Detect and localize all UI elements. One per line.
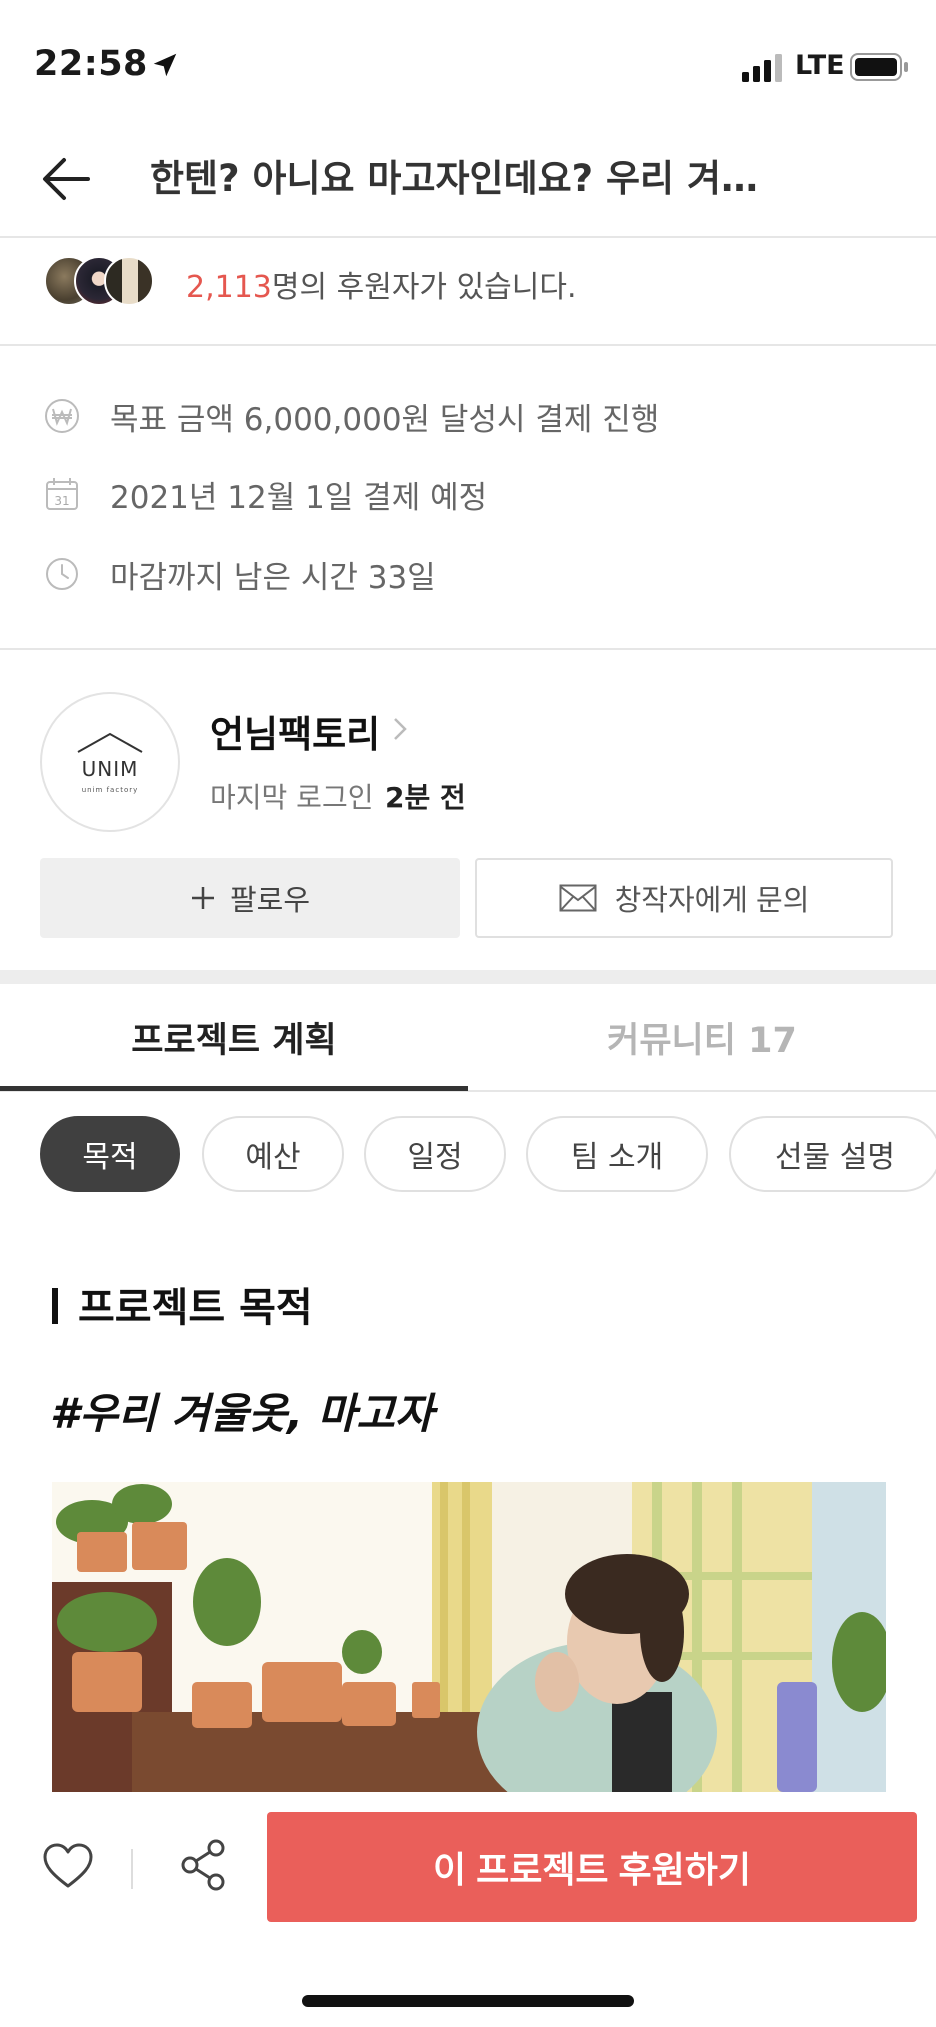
page-title: 한텐? 아니요 마고자인데요? 우리 겨… [150, 157, 759, 200]
home-indicator [302, 1995, 634, 2007]
creator-name[interactable]: 언님팩토리 [210, 704, 380, 758]
support-project-button[interactable]: 이 프로젝트 후원하기 [267, 1812, 917, 1922]
supporters-count: 2,113 [186, 270, 272, 305]
project-tabs: 프로젝트 계획 커뮤니티 17 [0, 984, 936, 1092]
divider [131, 1849, 133, 1889]
remaining-row: 마감까지 남은 시간 33일 [44, 548, 904, 598]
project-photo-image [52, 1482, 886, 1792]
tab-project-plan[interactable]: 프로젝트 계획 [0, 984, 468, 1090]
chip-purpose[interactable]: 목적 [40, 1116, 180, 1192]
tab-community[interactable]: 커뮤니티 17 [468, 984, 936, 1090]
contact-button-content: 창작자에게 문의 [477, 860, 891, 936]
chip-budget[interactable]: 예산 [202, 1116, 344, 1192]
contact-creator-button[interactable]: 창작자에게 문의 [475, 858, 893, 938]
logo-text: UNIM [82, 757, 139, 781]
active-tab-indicator [0, 1086, 468, 1091]
creator-logo[interactable]: UNIM unim factory [40, 692, 180, 832]
top-nav: 한텐? 아니요 마고자인데요? 우리 겨… [0, 120, 936, 238]
hashtag-title: #우리 겨울옷, 마고자 [50, 1389, 434, 1438]
section-divider [0, 970, 936, 984]
heading-bar [52, 1288, 58, 1324]
remaining-text: 마감까지 남은 시간 33일 [110, 560, 436, 596]
heart-icon[interactable] [42, 1842, 94, 1890]
goal-text: 목표 금액 6,000,000원 달성시 결제 진행 [110, 402, 660, 438]
follow-button[interactable]: 팔로우 [40, 858, 460, 938]
calendar-icon: 31 [46, 478, 78, 510]
payment-date-row: 31 2021년 12월 1일 결제 예정 [44, 468, 904, 518]
signal-icon [742, 54, 782, 82]
supporters-row[interactable]: 2,113명의 후원자가 있습니다. [0, 240, 936, 346]
logo-subtext: unim factory [82, 786, 139, 794]
share-icon[interactable] [178, 1838, 228, 1892]
chip-team-intro[interactable]: 팀 소개 [526, 1116, 708, 1192]
contact-label: 창작자에게 문의 [614, 885, 810, 917]
last-login-time: 2분 전 [385, 781, 466, 814]
payment-date-text: 2021년 12월 1일 결제 예정 [110, 480, 488, 516]
last-login-label: 마지막 로그인 [210, 781, 374, 814]
won-icon [45, 399, 79, 433]
back-arrow-icon[interactable] [36, 148, 98, 210]
creator-section: UNIM unim factory 언님팩토리 마지막 로그인 2분 전 팔로우… [0, 652, 936, 970]
mail-icon [559, 884, 597, 912]
project-photo [52, 1482, 886, 1792]
section-heading: 프로젝트 목적 [78, 1285, 313, 1331]
section-chips: 목적 예산 일정 팀 소개 선물 설명 [0, 1110, 936, 1200]
status-bar: 22:58 LTE [0, 0, 936, 120]
follow-label: 팔로우 [229, 885, 311, 917]
avatar [104, 256, 154, 306]
clock-icon [46, 558, 78, 590]
plus-icon [191, 887, 214, 909]
battery-icon [850, 53, 908, 81]
follow-button-content: 팔로우 [40, 858, 460, 938]
chip-schedule[interactable]: 일정 [364, 1116, 506, 1192]
unim-logo-icon: UNIM unim factory [77, 732, 143, 794]
funding-info: 목표 금액 6,000,000원 달성시 결제 진행 31 2021년 12월 … [0, 348, 936, 650]
supporters-text: 2,113명의 후원자가 있습니다. [186, 262, 577, 306]
goal-row: 목표 금액 6,000,000원 달성시 결제 진행 [44, 390, 904, 440]
chevron-right-icon[interactable] [390, 714, 410, 744]
chip-reward-description[interactable]: 선물 설명 [729, 1116, 936, 1192]
network-label: LTE [795, 50, 845, 81]
bottom-action-bar: 이 프로젝트 후원하기 [0, 1792, 936, 2027]
supporter-avatars [44, 256, 164, 308]
location-arrow-icon [153, 53, 177, 77]
calendar-day: 31 [54, 494, 69, 508]
status-time: 22:58 [34, 44, 148, 84]
supporters-suffix: 명의 후원자가 있습니다. [271, 270, 577, 305]
